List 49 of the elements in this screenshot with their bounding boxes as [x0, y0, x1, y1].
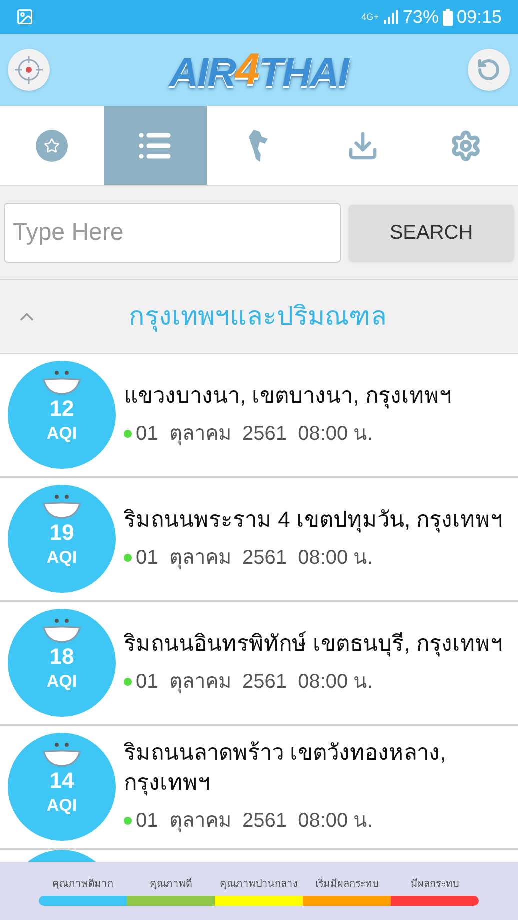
- legend-label: เริ่มมีผลกระทบ: [316, 876, 378, 892]
- locate-button[interactable]: [8, 49, 50, 91]
- image-icon: [16, 8, 34, 26]
- signal-icon: [382, 10, 399, 24]
- refresh-icon: [476, 58, 501, 82]
- logo-text: AIR: [170, 50, 236, 97]
- aqi-value: 19: [50, 519, 74, 546]
- smiley-icon: [40, 617, 84, 643]
- station-name: แขวงบางนา, เขตบางนา, กรุงเทพฯ: [124, 382, 452, 411]
- star-badge-icon: [36, 130, 68, 162]
- aqi-unit: AQI: [46, 794, 78, 816]
- tab[interactable]: [104, 106, 208, 185]
- legend-label: มีผลกระทบ: [411, 878, 459, 892]
- network-label: 4G+: [362, 12, 379, 22]
- station-name: ริมถนนพระราม 4 เขตปทุมวัน, กรุงเทพฯ: [124, 506, 503, 535]
- aqi-unit: AQI: [46, 546, 78, 568]
- aqi-value: 12: [50, 395, 74, 422]
- smiley-icon: [40, 493, 84, 519]
- station-row[interactable]: 14 AQI ริมถนนลาดพร้าว เขตวังทองหลาง, กรุงเทพฯ 01 ตุลาคม 2561 08:00 น.: [0, 726, 518, 850]
- search-field[interactable]: Type Here: [4, 202, 341, 262]
- aqi-value: 18: [50, 643, 74, 670]
- station-row[interactable]: 18 AQI ริมถนนอินทรพิทักษ์ เขตธนบุรี, กรุงเทพฯ 01 ตุลาคม 2561 08:00 น.: [0, 602, 518, 726]
- update-time: 01 ตุลาคม 2561 08:00 น.: [136, 546, 374, 572]
- aqi-unit: AQI: [46, 670, 78, 692]
- smiley-icon: [40, 369, 84, 395]
- station-row[interactable]: 19 AQI ริมถนนพระราม 4 เขตปทุมวัน, กรุงเทพฯ 01 ตุลาคม 2561 08:00 น.: [0, 478, 518, 602]
- legend-label: คุณภาพปานกลาง: [220, 878, 298, 892]
- section-title: กรุงเทพฯและปริมณฑล: [128, 300, 388, 334]
- station-row[interactable]: 12 AQI แขวงบางนา, เขตบางนา, กรุงเทพฯ 01 ตุลาคม 2561 08:00 น.: [0, 354, 518, 478]
- logo-text: 4: [236, 44, 260, 96]
- legend-label: คุณภาพดีมาก: [52, 878, 114, 892]
- smiley-icon: [40, 741, 84, 767]
- station-name: ริมถนนอินทรพิทักษ์ เขตธนบุรี, กรุงเทพฯ: [124, 630, 502, 659]
- update-time: 01 ตุลาคม 2561 08:00 น.: [136, 809, 374, 834]
- search-button[interactable]: SEARCH: [349, 204, 514, 260]
- crosshair-icon: [13, 54, 45, 86]
- station-name: ริมถนนลาดพร้าว เขตวังทองหลาง, กรุงเทพฯ: [124, 738, 448, 798]
- aqi-unit: AQI: [46, 422, 78, 444]
- legend-label: คุณภาพดี: [150, 878, 192, 892]
- aqi-value: 14: [50, 767, 74, 794]
- battery-icon: [442, 8, 453, 26]
- settings-icon: [450, 130, 482, 162]
- download-icon: [346, 130, 379, 162]
- clock: 09:15: [456, 6, 502, 28]
- refresh-button[interactable]: [468, 49, 510, 91]
- battery-percent: 73%: [402, 6, 439, 28]
- update-time: 01 ตุลาคม 2561 08:00 น.: [136, 670, 374, 696]
- logo-text: THAI: [259, 50, 348, 97]
- update-time: 01 ตุลาคม 2561 08:00 น.: [136, 422, 374, 448]
